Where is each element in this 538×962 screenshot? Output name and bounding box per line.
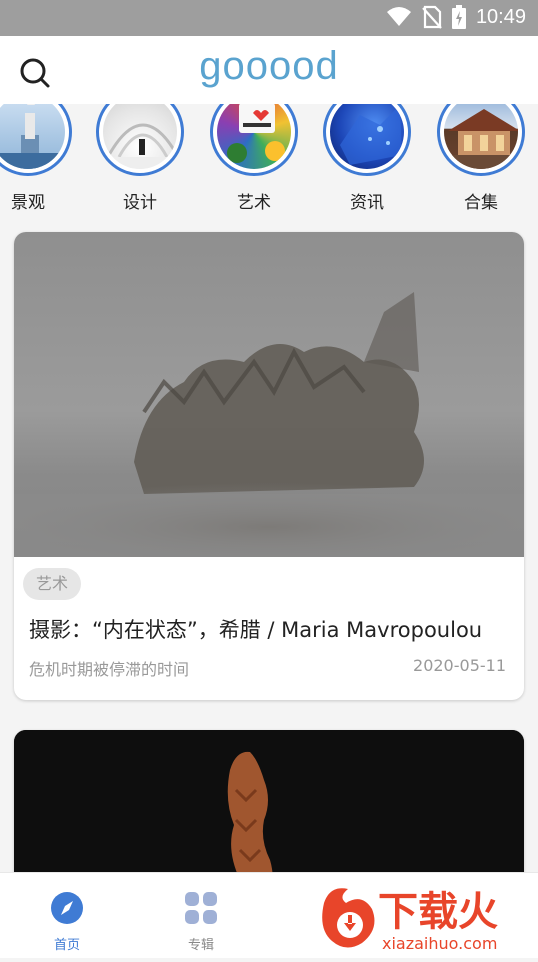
article-tag[interactable]: 艺术 (23, 568, 82, 600)
category-label: 景观 (11, 193, 45, 213)
status-time: 10:49 (475, 5, 526, 28)
category-row: 景观 设计 艺术 资讯 合集 (0, 104, 538, 224)
category-landscape[interactable]: 景观 (0, 104, 74, 213)
category-label: 设计 (123, 193, 157, 213)
grid-icon (185, 892, 217, 924)
compass-icon (51, 892, 83, 924)
wifi-icon (386, 7, 411, 26)
category-thumbnail (0, 104, 72, 176)
category-design[interactable]: 设计 (94, 104, 186, 213)
no-sim-icon (422, 5, 442, 29)
category-thumbnail (437, 104, 525, 176)
status-bar: 10:49 (0, 0, 538, 36)
battery-charging-icon (451, 5, 466, 29)
nav-item-albums[interactable]: 专辑 (151, 873, 251, 953)
category-label: 合集 (464, 193, 498, 213)
article-title: 摄影：“内在状态”，希腊 / Maria Mavropoulou (29, 618, 483, 642)
category-thumbnail (323, 104, 411, 176)
app-bar: gooood (0, 36, 538, 104)
watermark-logo: 下载火 xiazaihuo.com (316, 883, 538, 958)
article-image (14, 232, 524, 557)
watermark-brand: 下载火 (378, 889, 498, 935)
category-label: 艺术 (237, 193, 271, 213)
category-collection[interactable]: 合集 (435, 104, 527, 213)
nav-label: 首页 (53, 938, 80, 953)
article-subtitle: 危机时期被停滞的时间 (29, 660, 190, 679)
category-thumbnail (210, 104, 298, 176)
nav-item-home[interactable]: 首页 (17, 873, 117, 953)
app-logo: gooood (199, 44, 339, 88)
article-card[interactable]: 艺术 摄影：“内在状态”，希腊 / Maria Mavropoulou 危机时期… (14, 232, 524, 700)
status-icons: 10:49 (386, 5, 526, 29)
category-news[interactable]: 资讯 (321, 104, 413, 213)
nav-label: 专辑 (187, 938, 214, 953)
category-thumbnail (96, 104, 184, 176)
category-label: 资讯 (350, 193, 384, 213)
category-art[interactable]: 艺术 (208, 104, 300, 213)
watermark-url: xiazaihuo.com (382, 934, 497, 953)
article-date: 2020-05-11 (413, 656, 506, 675)
